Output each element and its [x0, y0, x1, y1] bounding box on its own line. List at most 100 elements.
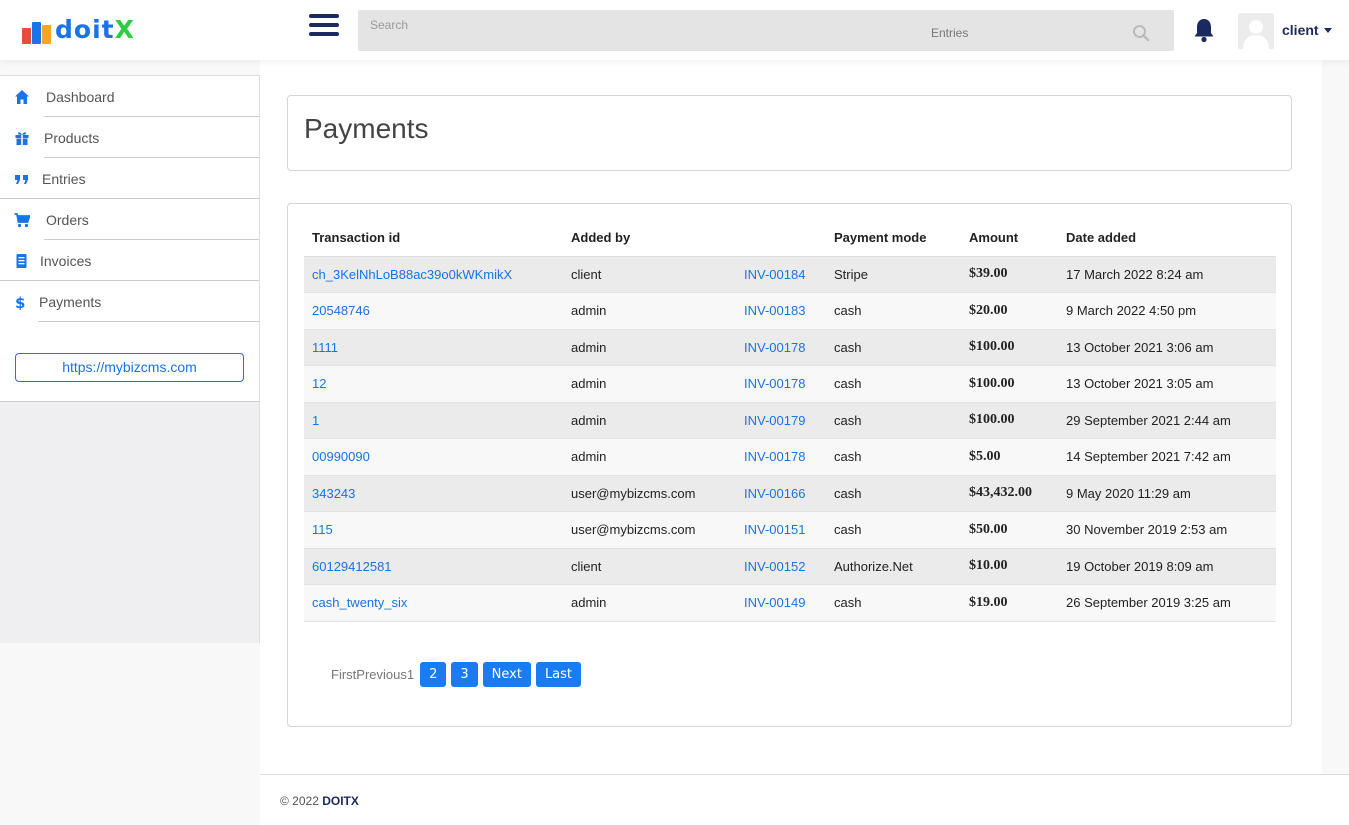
sidebar-item-entries[interactable]: Entries [0, 158, 259, 199]
payment-mode-cell: cash [826, 402, 961, 439]
added-by-cell: admin [563, 292, 736, 330]
column-header[interactable]: Amount [961, 220, 1058, 257]
invoice-link[interactable]: INV-00166 [744, 486, 805, 501]
table-row: 00990090 admin INV-00178 cash $5.00 14 Septem… [304, 438, 1276, 476]
added-by-cell: user@mybizcms.com [563, 511, 736, 549]
amount-cell: $100.00 [961, 329, 1058, 366]
transaction-id-link[interactable]: 1 [312, 413, 319, 428]
gift-icon [15, 132, 29, 145]
chevron-down-icon[interactable] [1324, 28, 1332, 33]
transaction-id-link[interactable]: ch_3KelNhLoB88ac39o0kWKmikX [312, 267, 512, 282]
transaction-id-link[interactable]: 12 [312, 376, 326, 391]
invoice-link[interactable]: INV-00178 [744, 449, 805, 464]
sidebar-item-dashboard[interactable]: Dashboard [0, 76, 259, 117]
invoice-link[interactable]: INV-00152 [744, 559, 805, 574]
column-header[interactable]: Transaction id [304, 220, 563, 257]
table-cell: 115 [304, 511, 563, 549]
transaction-id-link[interactable]: 00990090 [312, 449, 370, 464]
pagination-first-previous-current[interactable]: FirstPrevious1 [331, 667, 414, 682]
invoice-link[interactable]: INV-00178 [744, 340, 805, 355]
table-cell: INV-00166 [736, 475, 826, 512]
footer-brand[interactable]: DOITX [322, 794, 359, 808]
payment-mode-cell: cash [826, 365, 961, 403]
user-silhouette-icon [1243, 20, 1269, 49]
table-row: 12 admin INV-00178 cash $100.00 13 October 20… [304, 365, 1276, 403]
table-row: 1 admin INV-00179 cash $100.00 29 September 2… [304, 402, 1276, 439]
transaction-id-link[interactable]: 115 [312, 522, 333, 537]
invoice-link[interactable]: INV-00184 [744, 267, 805, 282]
column-header[interactable]: Date added [1058, 220, 1276, 257]
transaction-id-link[interactable]: 1111 [312, 340, 338, 355]
invoice-link[interactable]: INV-00179 [744, 413, 805, 428]
sidebar-item-payments[interactable]: $ Payments [0, 281, 259, 322]
site-link-button[interactable]: https://mybizcms.com [15, 353, 244, 382]
sidebar-item-label: Dashboard [46, 89, 115, 105]
payment-mode-cell: cash [826, 292, 961, 330]
invoice-link[interactable]: INV-00178 [744, 376, 805, 391]
sidebar-menu: Dashboard Products Entries Orders Invoic… [0, 75, 259, 402]
date-added-cell: 30 November 2019 2:53 am [1058, 511, 1276, 549]
page-button-2[interactable]: 2 [420, 661, 447, 687]
sidebar-item-label: Orders [46, 212, 89, 228]
payments-card: Transaction id Added by Payment mode Amo… [287, 203, 1292, 727]
date-added-cell: 13 October 2021 3:05 am [1058, 365, 1276, 403]
column-header[interactable]: Added by [563, 220, 736, 257]
transaction-id-link[interactable]: 60129412581 [312, 559, 392, 574]
added-by-cell: client [563, 256, 736, 293]
amount-cell: $10.00 [961, 548, 1058, 585]
column-header[interactable] [736, 220, 826, 257]
bell-icon[interactable] [1193, 17, 1215, 43]
amount-cell: $50.00 [961, 511, 1058, 549]
search-input[interactable] [358, 10, 918, 51]
title-card: Payments [287, 95, 1292, 171]
invoice-link[interactable]: INV-00183 [744, 303, 805, 318]
footer: © 2022 DOITX [260, 774, 1349, 825]
added-by-cell: admin [563, 584, 736, 622]
next-button[interactable]: Next [482, 661, 531, 687]
logo[interactable]: doitX [22, 16, 135, 44]
sidebar-item-label: Entries [42, 171, 86, 187]
avatar[interactable] [1238, 13, 1274, 49]
search-icon[interactable] [1132, 24, 1150, 42]
date-added-cell: 14 September 2021 7:42 am [1058, 438, 1276, 476]
amount-cell: $20.00 [961, 292, 1058, 330]
logo-text: doitX [55, 15, 135, 44]
amount-cell: $19.00 [961, 584, 1058, 622]
document-icon [16, 254, 27, 268]
table-row: 1111 admin INV-00178 cash $100.00 13 October … [304, 329, 1276, 366]
added-by-cell: admin [563, 402, 736, 439]
table-cell: 60129412581 [304, 548, 563, 585]
payment-mode-cell: cash [826, 511, 961, 549]
date-added-cell: 17 March 2022 8:24 am [1058, 256, 1276, 293]
menu-toggle-icon[interactable] [309, 14, 339, 44]
sidebar-item-label: Payments [39, 294, 102, 310]
transaction-id-link[interactable]: 343243 [312, 486, 355, 501]
table-cell: INV-00184 [736, 256, 826, 293]
sidebar-item-orders[interactable]: Orders [0, 199, 259, 240]
amount-cell: $39.00 [961, 256, 1058, 293]
sidebar-item-invoices[interactable]: Invoices [0, 240, 259, 281]
table-cell: cash_twenty_six [304, 584, 563, 622]
quote-icon [15, 175, 28, 184]
invoice-link[interactable]: INV-00149 [744, 595, 805, 610]
search-scope-select[interactable]: Entries [931, 26, 968, 40]
transaction-id-link[interactable]: cash_twenty_six [312, 595, 407, 610]
pagination: FirstPrevious1 2 3 Next Last [331, 661, 582, 687]
column-header[interactable]: Payment mode [826, 220, 961, 257]
added-by-cell: admin [563, 365, 736, 403]
user-menu[interactable]: client [1282, 22, 1319, 38]
top-header: doitX Entries client [0, 0, 1349, 60]
transaction-id-link[interactable]: 20548746 [312, 303, 370, 318]
last-button[interactable]: Last [535, 661, 582, 687]
search-bar: Entries [358, 10, 1174, 51]
date-added-cell: 9 March 2022 4:50 pm [1058, 292, 1276, 330]
date-added-cell: 19 October 2019 8:09 am [1058, 548, 1276, 585]
table-row: 115 user@mybizcms.com INV-00151 cash $50.00 3… [304, 511, 1276, 549]
invoice-link[interactable]: INV-00151 [744, 522, 805, 537]
table-cell: INV-00152 [736, 548, 826, 585]
table-cell: INV-00179 [736, 402, 826, 439]
amount-cell: $100.00 [961, 365, 1058, 403]
added-by-cell: user@mybizcms.com [563, 475, 736, 512]
sidebar-item-products[interactable]: Products [0, 117, 259, 158]
page-button-3[interactable]: 3 [451, 661, 478, 687]
